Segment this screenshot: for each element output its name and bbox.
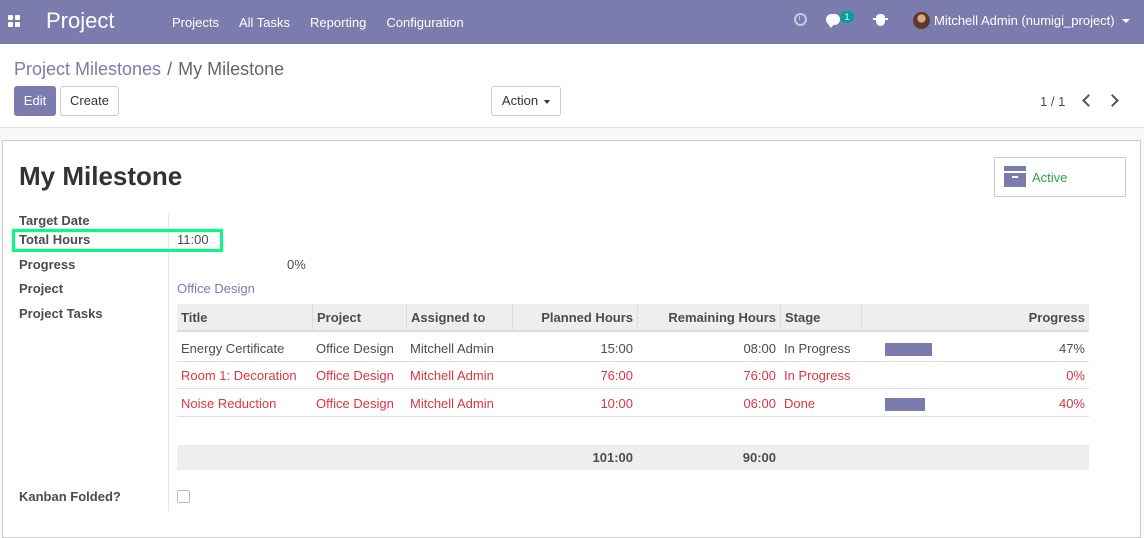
cell-stage: Done <box>784 396 816 411</box>
progress-bar <box>885 398 985 411</box>
chevron-down-icon[interactable] <box>1122 19 1130 23</box>
progress-value: 0% <box>287 257 306 272</box>
cell-project: Office Design <box>316 341 394 356</box>
total-remaining-hours: 90:00 <box>742 450 776 465</box>
chevron-down-icon <box>544 99 551 104</box>
cell-remaining-hours: 76:00 <box>743 368 776 383</box>
table-header: Title Project Assigned to Planned Hours … <box>177 304 1089 332</box>
user-menu[interactable]: Mitchell Admin (numigi_project) <box>934 13 1115 28</box>
chat-icon[interactable] <box>826 14 840 28</box>
highlight-box <box>12 229 223 252</box>
progress-bar <box>885 370 985 383</box>
action-label: Action <box>501 93 539 108</box>
cell-stage: In Progress <box>784 341 851 356</box>
cell-planned-hours: 15:00 <box>600 341 633 356</box>
chat-count-badge: 1 <box>840 11 854 23</box>
table-row[interactable]: Energy Certificate Office Design Mitchel… <box>177 335 1089 362</box>
kanban-folded-label: Kanban Folded? <box>19 489 121 504</box>
cell-project: Office Design <box>316 396 394 411</box>
project-link[interactable]: Office Design <box>177 281 255 296</box>
column-header-planned-hours[interactable]: Planned Hours <box>512 304 637 332</box>
project-label: Project <box>19 281 64 296</box>
field-divider <box>168 213 169 511</box>
cell-assigned: Mitchell Admin <box>410 341 494 356</box>
cell-progress: 40% <box>1058 396 1085 411</box>
cell-remaining-hours: 08:00 <box>743 341 776 356</box>
cell-stage: In Progress <box>784 368 851 383</box>
bug-icon[interactable] <box>873 14 888 26</box>
progress-bar <box>885 343 985 356</box>
column-header-progress[interactable]: Progress <box>861 304 1089 332</box>
cell-title: Noise Reduction <box>181 396 277 411</box>
breadcrumb-current: My Milestone <box>178 59 285 79</box>
kanban-folded-checkbox[interactable] <box>177 490 190 503</box>
target-date-label: Target Date <box>19 213 90 228</box>
create-button[interactable]: Create <box>60 86 119 116</box>
column-header-title[interactable]: Title <box>177 304 312 332</box>
action-dropdown[interactable]: Action <box>491 86 561 116</box>
column-header-stage[interactable]: Stage <box>780 304 861 332</box>
breadcrumb-separator: / <box>167 59 173 79</box>
project-tasks-label: Project Tasks <box>19 306 103 321</box>
menu-item-configuration[interactable]: Configuration <box>376 15 473 30</box>
form-sheet: My Milestone Active Target Date Total Ho… <box>2 140 1141 538</box>
archive-icon <box>1004 166 1026 187</box>
cell-planned-hours: 76:00 <box>600 368 633 383</box>
cell-project: Office Design <box>316 368 394 383</box>
table-footer: 101:00 90:00 <box>177 445 1089 470</box>
top-navbar: Project Projects All Tasks Reporting Con… <box>0 0 1144 44</box>
cell-assigned: Mitchell Admin <box>410 368 494 383</box>
active-toggle-button[interactable]: Active <box>994 157 1126 197</box>
active-label: Active <box>1032 170 1068 185</box>
cell-title: Energy Certificate <box>181 341 285 356</box>
breadcrumb-parent[interactable]: Project Milestones <box>14 59 161 79</box>
cell-planned-hours: 10:00 <box>600 396 633 411</box>
progress-label: Progress <box>19 257 76 272</box>
main-menu: Projects All Tasks Reporting Configurati… <box>162 0 474 44</box>
column-header-assigned[interactable]: Assigned to <box>406 304 512 332</box>
pager-previous-icon[interactable] <box>1079 92 1093 110</box>
breadcrumb: Project Milestones / My Milestone <box>14 59 284 80</box>
cell-remaining-hours: 06:00 <box>743 396 776 411</box>
avatar[interactable] <box>913 12 930 29</box>
control-panel: Project Milestones / My Milestone Edit Cre… <box>0 44 1144 128</box>
column-header-remaining-hours[interactable]: Remaining Hours <box>637 304 780 332</box>
cell-progress: 47% <box>1058 341 1085 356</box>
cell-assigned: Mitchell Admin <box>410 396 494 411</box>
column-header-project[interactable]: Project <box>312 304 406 332</box>
table-row[interactable]: Noise Reduction Office Design Mitchell A… <box>177 390 1089 417</box>
pager-value[interactable]: 1 / 1 <box>1040 94 1065 109</box>
menu-item-all-tasks[interactable]: All Tasks <box>229 15 300 30</box>
progress-bar-fill <box>885 398 925 411</box>
clock-icon[interactable] <box>794 13 807 26</box>
progress-bar-fill <box>885 343 932 356</box>
table-row[interactable]: Room 1: Decoration Office Design Mitchel… <box>177 362 1089 389</box>
record-title: My Milestone <box>19 161 183 191</box>
pager-next-icon[interactable] <box>1107 92 1121 110</box>
menu-item-reporting[interactable]: Reporting <box>300 15 376 30</box>
menu-item-projects[interactable]: Projects <box>162 15 229 30</box>
apps-icon[interactable] <box>8 15 20 27</box>
cell-title: Room 1: Decoration <box>181 368 297 383</box>
total-planned-hours: 101:00 <box>592 450 633 465</box>
cell-progress: 0% <box>1066 368 1085 383</box>
app-title: Project <box>46 8 115 33</box>
edit-button[interactable]: Edit <box>14 86 56 116</box>
